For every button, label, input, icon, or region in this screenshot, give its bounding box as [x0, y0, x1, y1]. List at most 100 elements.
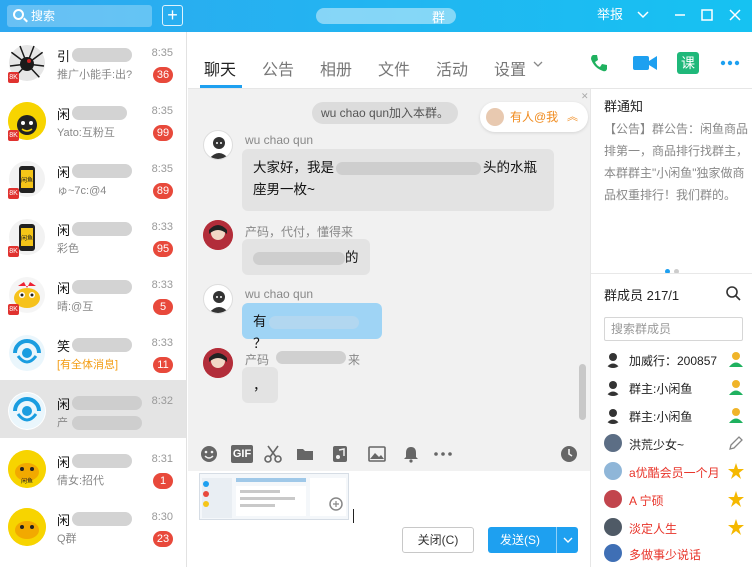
member-search-input[interactable]: 搜索群成员	[604, 317, 743, 341]
input-toolbar: GIF	[188, 435, 590, 471]
conversation-preview: 推广小能手:出?	[57, 69, 133, 81]
conversation-item-active[interactable]: 闲 产 8:32	[0, 380, 186, 438]
emoji-icon[interactable]	[200, 445, 218, 463]
conversation-time: 8:33	[151, 221, 173, 233]
course-icon[interactable]: 课	[677, 52, 699, 74]
scrollbar[interactable]	[579, 364, 586, 420]
tab-activity[interactable]: 活动	[436, 56, 468, 80]
tab-chat[interactable]: 聊天	[204, 56, 236, 80]
member-person-icon	[727, 350, 745, 368]
message-bubble: 的	[242, 239, 370, 275]
avatar	[604, 462, 622, 480]
conversation-time: 8:35	[151, 163, 173, 175]
member-name: A 宁硕	[629, 494, 664, 508]
blurred-text	[72, 338, 132, 352]
message-text-line: 座男一枚~	[253, 182, 315, 197]
music-icon[interactable]	[331, 445, 349, 463]
image-icon[interactable]	[368, 445, 386, 463]
mobile-badge-icon: 8K	[8, 130, 19, 141]
folder-icon[interactable]	[296, 445, 314, 463]
conversation-preview: 倩女:招代	[57, 475, 105, 487]
conversation-item[interactable]: 8K 闲 晴:@互 8:33 5	[0, 264, 186, 322]
group-notice-text[interactable]: 【公告】群公告：闲鱼商品排第一，商品排行找群主，本群群主"小闲鱼"独家做商品权重…	[604, 118, 748, 206]
conversation-item[interactable]: 8K 闲 Yato:互粉互 8:35 99	[0, 90, 186, 148]
member-name: 加威行：200857	[629, 354, 718, 368]
scroll-up-icon[interactable]: ✕	[581, 91, 589, 102]
message-sender: 产码	[245, 353, 270, 367]
blurred-text	[72, 48, 132, 62]
member-name: 群主:小闲鱼	[629, 410, 693, 424]
unread-count: 99	[153, 125, 173, 141]
conversation-time: 8:35	[151, 47, 173, 59]
member-item[interactable]: 淡定人生	[604, 516, 749, 540]
mention-button[interactable]: 有人@我 ︽	[480, 102, 588, 132]
member-name: 多做事少说话	[629, 548, 702, 562]
conversation-item[interactable]: 闲 Q群 8:30 23	[0, 496, 186, 554]
history-clock-icon[interactable]	[560, 445, 578, 463]
close-button[interactable]: 关闭(C)	[402, 527, 474, 553]
avatar: 闲鱼	[8, 450, 46, 488]
maximize-button[interactable]	[701, 6, 713, 29]
conversation-item[interactable]: 闲鱼 闲 倩女:招代 8:31 1	[0, 438, 186, 496]
blurred-text	[253, 251, 345, 265]
avatar	[203, 130, 233, 160]
member-item[interactable]: 洪荒少女~	[604, 432, 749, 456]
avatar	[203, 348, 233, 378]
member-item[interactable]: 群主:小闲鱼	[604, 376, 749, 400]
conversation-item[interactable]: 8K 引 推广小能手:出? 8:35 36	[0, 32, 186, 90]
minimize-button[interactable]	[674, 6, 686, 29]
divider	[591, 273, 752, 274]
add-button[interactable]: +	[162, 5, 183, 26]
members-title: 群成员 217/1	[604, 288, 680, 303]
svg-text:闲鱼: 闲鱼	[21, 477, 33, 485]
pasted-screenshot-thumbnail[interactable]	[199, 473, 349, 520]
blurred-text	[72, 280, 132, 294]
pencil-icon	[727, 434, 745, 452]
notice-pager[interactable]	[665, 263, 683, 277]
member-item[interactable]: a优酷会员一个月	[604, 460, 749, 484]
chevron-down-icon[interactable]	[637, 6, 649, 29]
avatar	[604, 490, 622, 508]
conversation-preview: 晴:@互	[57, 301, 94, 313]
gif-icon[interactable]: GIF	[231, 445, 253, 463]
star-icon	[727, 462, 745, 480]
member-item[interactable]: 加威行：200857	[604, 348, 749, 372]
message-text-tail: 头的水瓶	[483, 160, 537, 175]
conversation-item[interactable]: 笑 [有全体消息] 8:33 11	[0, 322, 186, 380]
member-item[interactable]: A 宁硕	[604, 488, 749, 512]
close-window-button[interactable]	[729, 6, 741, 29]
send-button[interactable]: 发送(S)	[488, 527, 578, 553]
tab-files[interactable]: 文件	[378, 56, 410, 80]
more-icon[interactable]	[432, 445, 454, 463]
search-input[interactable]: 搜索	[7, 5, 152, 27]
tab-settings[interactable]: 设置	[494, 56, 526, 80]
owner-person-icon	[727, 378, 745, 396]
blurred-text	[268, 315, 359, 329]
title-bar: 搜索 + 群 举报	[0, 0, 752, 32]
search-icon[interactable]	[725, 285, 741, 301]
message-bubble: 大家好，我是 头的水瓶 座男一枚~	[242, 149, 554, 211]
message-sender: wu chao qun	[245, 287, 314, 301]
send-options-chevron-icon[interactable]	[556, 527, 578, 553]
conversation-item[interactable]: 闲鱼 8K 闲 ゅ~7c:@4 8:35 89	[0, 148, 186, 206]
unread-count: 5	[153, 299, 173, 315]
conversation-item[interactable]: 闲鱼 8K 闲 彩色 8:33 95	[0, 206, 186, 264]
blurred-text	[72, 222, 132, 236]
active-tab-indicator	[200, 85, 242, 88]
more-icon[interactable]	[719, 52, 741, 74]
blurred-text	[72, 416, 142, 430]
video-call-icon[interactable]	[632, 52, 657, 74]
member-name: a优酷会员一个月	[629, 466, 720, 480]
phone-call-icon[interactable]	[588, 52, 610, 74]
bell-icon[interactable]	[402, 445, 420, 463]
tab-announcement[interactable]: 公告	[262, 56, 294, 80]
scissors-icon[interactable]	[264, 445, 282, 463]
tab-album[interactable]: 相册	[320, 56, 352, 80]
message-sender-tail: 来	[348, 353, 361, 367]
chevron-down-icon[interactable]	[532, 58, 544, 73]
member-item[interactable]: 群主:小闲鱼	[604, 404, 749, 428]
member-item[interactable]: 多做事少说话	[604, 542, 749, 566]
blurred-text	[72, 512, 132, 526]
report-button[interactable]: 举报	[597, 6, 623, 24]
unread-count: 95	[153, 241, 173, 257]
